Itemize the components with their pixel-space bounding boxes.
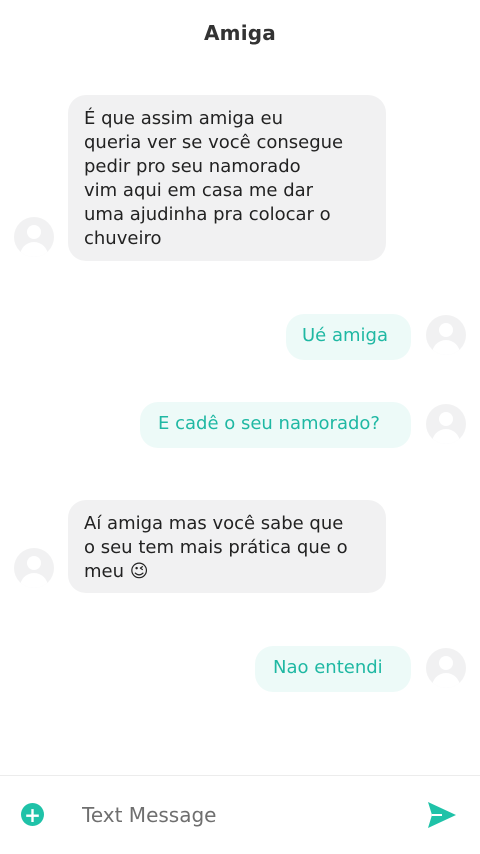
- contact-avatar-icon[interactable]: [14, 548, 54, 588]
- message-input[interactable]: [82, 798, 382, 832]
- self-avatar-icon[interactable]: [426, 404, 466, 444]
- message-row-outgoing: E cadê o seu namorado?: [0, 402, 480, 448]
- message-composer: +: [0, 775, 480, 854]
- self-avatar-icon[interactable]: [426, 648, 466, 688]
- message-bubble-outgoing[interactable]: Nao entendi: [255, 646, 411, 692]
- message-row-incoming: Aí amiga mas você sabe que o seu tem mai…: [0, 500, 480, 593]
- contact-avatar-icon[interactable]: [14, 217, 54, 257]
- message-bubble-outgoing[interactable]: Ué amiga: [286, 314, 411, 360]
- message-bubble-outgoing[interactable]: E cadê o seu namorado?: [140, 402, 411, 448]
- send-icon[interactable]: [426, 800, 458, 830]
- message-bubble-incoming[interactable]: É que assim amiga eu queria ver se você …: [68, 95, 386, 261]
- message-row-incoming: É que assim amiga eu queria ver se você …: [0, 95, 480, 261]
- message-row-outgoing: Ué amiga: [0, 314, 480, 360]
- message-row-outgoing: Nao entendi: [0, 646, 480, 692]
- contact-name: Amiga: [204, 21, 276, 45]
- message-bubble-incoming[interactable]: Aí amiga mas você sabe que o seu tem mai…: [68, 500, 386, 593]
- self-avatar-icon[interactable]: [426, 315, 466, 355]
- chat-header: Amiga: [0, 0, 480, 66]
- add-attachment-icon[interactable]: +: [21, 803, 44, 826]
